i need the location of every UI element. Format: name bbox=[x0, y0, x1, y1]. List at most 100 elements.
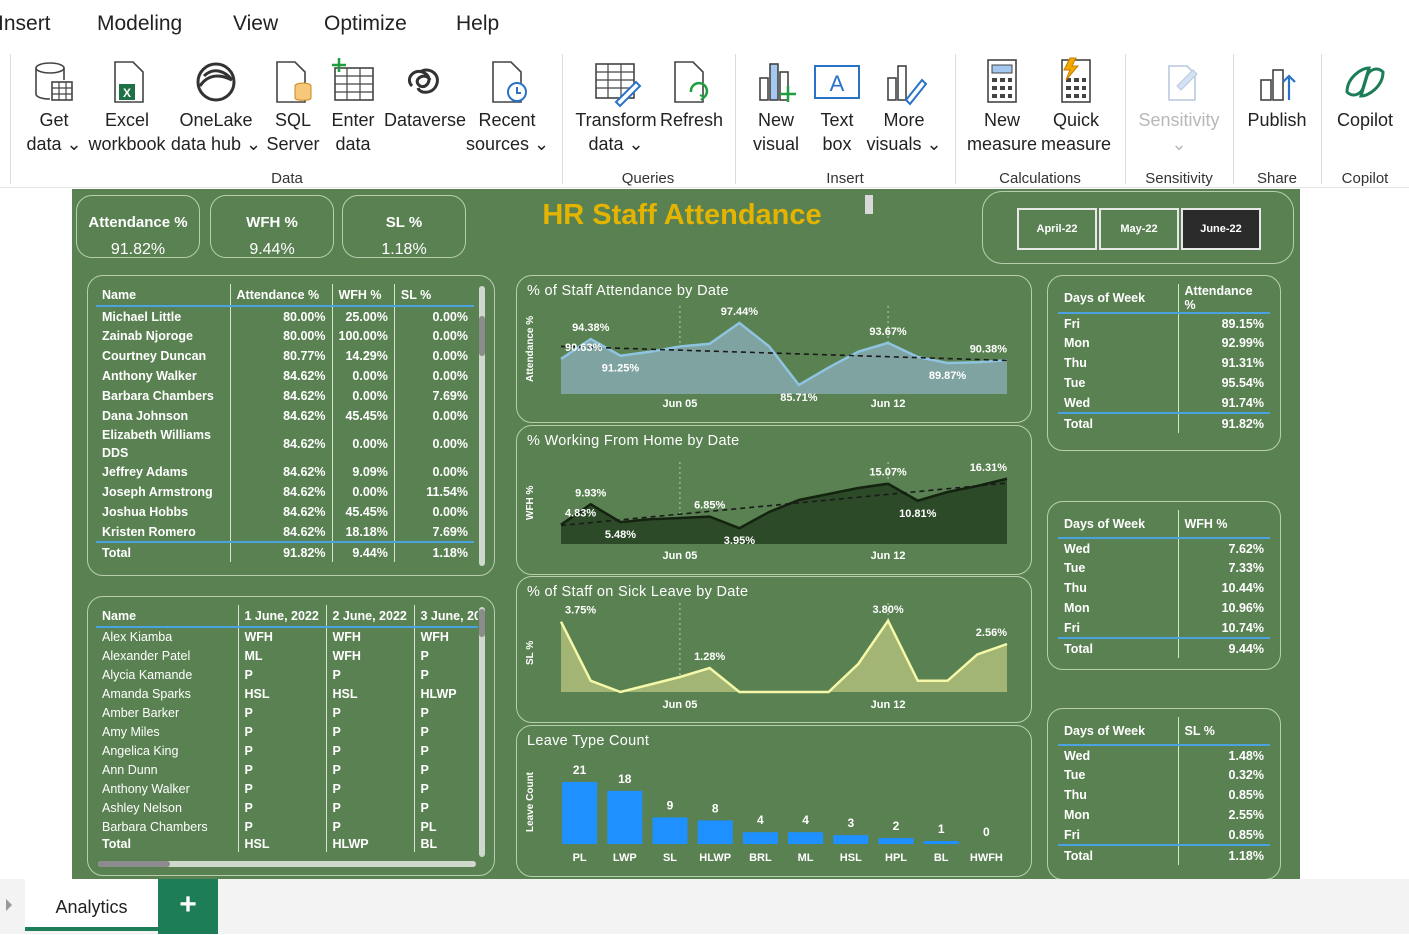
bar[interactable] bbox=[742, 832, 778, 844]
transform-data-button[interactable]: Transform data ⌄ bbox=[574, 56, 658, 156]
table-row[interactable]: Tue 0.32% bbox=[1058, 765, 1270, 785]
menu-modeling[interactable]: Modeling bbox=[97, 12, 182, 36]
table-row[interactable]: Wed 1.48% bbox=[1058, 745, 1270, 765]
table-row[interactable]: Kristen Romero 84.62% 18.18% 7.69% bbox=[96, 522, 474, 542]
scrollbar-thumb[interactable] bbox=[479, 316, 485, 356]
vertical-scrollbar[interactable] bbox=[479, 286, 485, 566]
column-header[interactable]: Name bbox=[96, 284, 230, 307]
horizontal-scrollbar[interactable] bbox=[98, 861, 476, 867]
table-row[interactable]: Jeffrey Adams 84.62% 9.09% 0.00% bbox=[96, 462, 474, 482]
leave-type-count-chart[interactable]: Leave Type Count Leave Count 21 PL 18 LWP 9 S… bbox=[516, 725, 1032, 877]
quick-measure-button[interactable]: Quick measure bbox=[1040, 56, 1112, 156]
add-page-button[interactable]: + bbox=[158, 879, 218, 934]
bar[interactable] bbox=[607, 790, 643, 844]
get-data-button[interactable]: Get data ⌄ bbox=[24, 56, 84, 156]
table-row[interactable]: Angelica King P P P bbox=[96, 741, 478, 760]
table-row[interactable]: Michael Little 80.00% 25.00% 0.00% bbox=[96, 306, 474, 326]
menu-optimize[interactable]: Optimize bbox=[324, 12, 407, 36]
table-row[interactable]: Fri 89.15% bbox=[1058, 313, 1270, 333]
menu-insert[interactable]: Insert bbox=[0, 12, 51, 36]
column-header[interactable]: Days of Week bbox=[1058, 717, 1178, 746]
bar[interactable] bbox=[697, 820, 733, 844]
table-row[interactable]: Ashley Nelson P P P bbox=[96, 798, 478, 817]
resize-handle[interactable] bbox=[865, 195, 873, 214]
wfh-by-date-chart[interactable]: % Working From Home by Date WFH % 4.83% 9… bbox=[516, 425, 1032, 575]
enter-data-button[interactable]: Enter data bbox=[326, 56, 380, 156]
scrollbar-thumb[interactable] bbox=[98, 861, 170, 867]
bar[interactable] bbox=[562, 782, 598, 844]
column-header[interactable]: Days of Week bbox=[1058, 510, 1178, 539]
table-row[interactable]: Wed 7.62% bbox=[1058, 538, 1270, 558]
tab-analytics[interactable]: Analytics bbox=[25, 879, 158, 931]
table-row[interactable]: Tue 95.54% bbox=[1058, 373, 1270, 393]
column-header[interactable]: Name bbox=[96, 605, 238, 628]
table-row[interactable]: Mon 2.55% bbox=[1058, 805, 1270, 825]
text-box-button[interactable]: A Text box bbox=[810, 56, 864, 156]
sql-server-button[interactable]: SQL Server bbox=[266, 56, 320, 156]
month-button-june[interactable]: June-22 bbox=[1181, 208, 1261, 250]
table-row[interactable]: Mon 92.99% bbox=[1058, 333, 1270, 353]
recent-sources-button[interactable]: Recent sources ⌄ bbox=[466, 56, 549, 156]
vertical-scrollbar[interactable] bbox=[479, 607, 485, 857]
dataverse-button[interactable]: Dataverse bbox=[384, 56, 466, 132]
new-visual-button[interactable]: New visual bbox=[748, 56, 804, 156]
table-row[interactable]: Amy Miles P P P bbox=[96, 722, 478, 741]
table-row[interactable]: Barbara Chambers P P PL bbox=[96, 817, 478, 836]
excel-workbook-button[interactable]: X Excel workbook bbox=[86, 56, 168, 156]
series-line[interactable] bbox=[559, 618, 1008, 694]
month-button-may[interactable]: May-22 bbox=[1099, 208, 1179, 250]
table-row[interactable]: Fri 10.74% bbox=[1058, 618, 1270, 638]
column-header[interactable]: WFH % bbox=[331, 284, 395, 307]
table-row[interactable]: Amanda Sparks HSL HSL HLWP bbox=[96, 684, 478, 703]
column-header[interactable]: Days of Week bbox=[1058, 284, 1178, 314]
kpi-attendance-card[interactable]: Attendance % 91.82% bbox=[76, 195, 200, 258]
menu-view[interactable]: View bbox=[233, 12, 278, 36]
table-row[interactable]: Wed 91.74% bbox=[1058, 393, 1270, 413]
column-header[interactable]: Attendance % bbox=[1177, 284, 1270, 314]
column-header[interactable]: SL % bbox=[1177, 717, 1270, 746]
menu-help[interactable]: Help bbox=[456, 12, 499, 36]
sensitivity-button[interactable]: Sensitivity ⌄ bbox=[1136, 56, 1222, 156]
attendance-by-date-chart[interactable]: % of Staff Attendance by Date Attendance… bbox=[516, 275, 1032, 423]
new-measure-button[interactable]: New measure bbox=[966, 56, 1038, 156]
table-row[interactable]: Joshua Hobbs 84.62% 45.45% 0.00% bbox=[96, 502, 474, 522]
column-header[interactable]: WFH % bbox=[1177, 510, 1270, 539]
month-button-april[interactable]: April-22 bbox=[1017, 208, 1097, 250]
table-row[interactable]: Elizabeth Williams DDS 84.62% 0.00% 0.00% bbox=[96, 426, 474, 462]
table-row[interactable]: Anthony Walker 84.62% 0.00% 0.00% bbox=[96, 366, 474, 386]
scroll-left-icon[interactable] bbox=[6, 899, 12, 911]
kpi-sl-card[interactable]: SL % 1.18% bbox=[342, 195, 466, 258]
table-row[interactable]: Amber Barker P P P bbox=[96, 703, 478, 722]
table-row[interactable]: Alycia Kamande P P P bbox=[96, 665, 478, 684]
more-visuals-button[interactable]: More visuals ⌄ bbox=[866, 56, 942, 156]
kpi-wfh-card[interactable]: WFH % 9.44% bbox=[210, 195, 334, 258]
onelake-button[interactable]: OneLake data hub ⌄ bbox=[170, 56, 262, 156]
column-header[interactable]: 2 June, 2022 bbox=[325, 605, 414, 628]
table-row[interactable]: Alexander Patel ML WFH P bbox=[96, 646, 478, 665]
sick-leave-by-date-chart[interactable]: % of Staff on Sick Leave by Date SL % 3.… bbox=[516, 576, 1032, 723]
bar[interactable] bbox=[878, 838, 914, 844]
table-row[interactable]: Fri 0.85% bbox=[1058, 825, 1270, 845]
publish-button[interactable]: Publish bbox=[1246, 56, 1308, 132]
column-header[interactable]: 3 June, 20 bbox=[413, 605, 478, 628]
table-row[interactable]: Barbara Chambers 84.62% 0.00% 7.69% bbox=[96, 386, 474, 406]
table-row[interactable]: Dana Johnson 84.62% 45.45% 0.00% bbox=[96, 406, 474, 426]
column-header[interactable]: 1 June, 2022 bbox=[237, 605, 326, 628]
bar[interactable] bbox=[833, 835, 869, 844]
column-header[interactable]: Attendance % bbox=[229, 284, 332, 307]
bar[interactable] bbox=[652, 817, 688, 844]
table-row[interactable]: Thu 91.31% bbox=[1058, 353, 1270, 373]
refresh-button[interactable]: Refresh bbox=[660, 56, 723, 132]
table-row[interactable]: Thu 10.44% bbox=[1058, 578, 1270, 598]
table-row[interactable]: Zainab Njoroge 80.00% 100.00% 0.00% bbox=[96, 326, 474, 346]
bar[interactable] bbox=[923, 841, 959, 844]
table-row[interactable]: Tue 7.33% bbox=[1058, 558, 1270, 578]
table-row[interactable]: Courtney Duncan 80.77% 14.29% 0.00% bbox=[96, 346, 474, 366]
column-header[interactable]: SL % bbox=[393, 284, 474, 307]
table-row[interactable]: Thu 0.85% bbox=[1058, 785, 1270, 805]
table-row[interactable]: Alex Kiamba WFH WFH WFH bbox=[96, 627, 478, 646]
bar[interactable] bbox=[788, 832, 824, 844]
copilot-button[interactable]: Copilot bbox=[1332, 56, 1398, 132]
table-row[interactable]: Anthony Walker P P P bbox=[96, 779, 478, 798]
table-row[interactable]: Joseph Armstrong 84.62% 0.00% 11.54% bbox=[96, 482, 474, 502]
